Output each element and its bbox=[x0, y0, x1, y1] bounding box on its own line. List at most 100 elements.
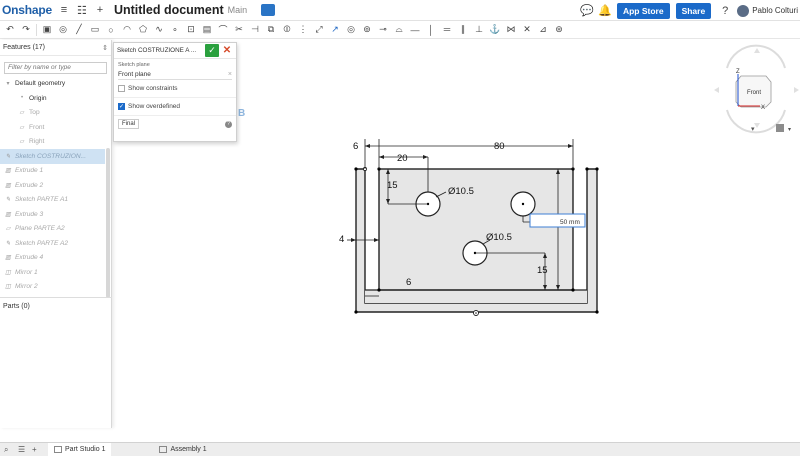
feature-item-extrude-4[interactable]: ▥ Extrude 4 bbox=[0, 251, 111, 266]
feature-list-scrollbar[interactable] bbox=[106, 148, 110, 298]
trim-tool-icon[interactable]: ✂ bbox=[233, 24, 245, 36]
version-graph-icon[interactable] bbox=[261, 4, 276, 16]
parts-section[interactable]: Parts (0) bbox=[0, 297, 112, 315]
undo-icon[interactable]: ↶ bbox=[4, 24, 16, 36]
clear-plane-icon[interactable]: × bbox=[228, 71, 232, 78]
tangent-icon[interactable]: ⌓ bbox=[393, 24, 405, 36]
dim-diameter-top[interactable]: Ø10.5 bbox=[448, 186, 474, 197]
view-arrow-down-icon[interactable] bbox=[754, 123, 760, 128]
equal-icon[interactable]: ＝ bbox=[441, 24, 453, 36]
feature-item-origin[interactable]: • Origin bbox=[0, 91, 111, 106]
perpendicular-icon[interactable]: ⊥ bbox=[473, 24, 485, 36]
feature-list-icon[interactable]: ☷ bbox=[76, 4, 88, 17]
horizontal-icon[interactable]: — bbox=[409, 24, 421, 36]
show-overdefined-row[interactable]: ✓ Show overdefined bbox=[114, 98, 236, 116]
offset-tool-icon[interactable]: ⧉ bbox=[265, 24, 277, 36]
caret-down-icon[interactable]: ▾ bbox=[4, 80, 12, 88]
app-store-button[interactable]: App Store bbox=[616, 2, 670, 19]
feature-item-extrude-3[interactable]: ▥ Extrude 3 bbox=[0, 207, 111, 222]
accept-check-icon[interactable]: ✓ bbox=[205, 44, 219, 57]
view-arrow-up-icon[interactable] bbox=[754, 48, 760, 53]
arc-tool-icon[interactable]: ◠ bbox=[121, 24, 133, 36]
fix-icon[interactable]: ⚓ bbox=[489, 24, 501, 36]
feature-item-right[interactable]: ▱ Right bbox=[0, 135, 111, 150]
feature-item-sketch-costruzione[interactable]: ✎ Sketch COSTRUZION... bbox=[0, 149, 105, 164]
construction-tool-icon[interactable]: ⊡ bbox=[185, 24, 197, 36]
extend-tool-icon[interactable]: ⊣ bbox=[249, 24, 261, 36]
collapse-panel-icon[interactable]: ⇕ bbox=[102, 44, 108, 52]
feature-item-mirror-2[interactable]: ◫ Mirror 2 bbox=[0, 280, 111, 295]
transform-tool-icon[interactable]: ⤢ bbox=[313, 24, 325, 36]
dim-15-top[interactable]: 15 bbox=[387, 180, 398, 191]
show-constraints-checkbox[interactable] bbox=[118, 85, 125, 92]
normal-icon[interactable]: ⊿ bbox=[537, 24, 549, 36]
dim-6-bottom[interactable]: 6 bbox=[406, 277, 411, 288]
line-tool-icon[interactable]: ╱ bbox=[73, 24, 85, 36]
parallel-icon[interactable]: ∥ bbox=[457, 24, 469, 36]
fillet-tool-icon[interactable]: ⌒ bbox=[217, 24, 229, 36]
cancel-x-icon[interactable]: ✕ bbox=[221, 44, 233, 57]
dim-20[interactable]: 20 bbox=[397, 153, 408, 164]
tab-list-icon[interactable]: ☰ bbox=[18, 445, 28, 454]
dim-diameter-bottom[interactable]: Ø10.5 bbox=[486, 232, 512, 243]
feature-item-front[interactable]: ▱ Front bbox=[0, 120, 111, 135]
user-avatar[interactable] bbox=[737, 4, 750, 17]
feature-item-extrude-2[interactable]: ▥ Extrude 2 bbox=[0, 178, 111, 193]
document-title[interactable]: Untitled document bbox=[114, 3, 224, 17]
concentric-icon[interactable]: ⊚ bbox=[361, 24, 373, 36]
midpoint-icon[interactable]: ⊸ bbox=[377, 24, 389, 36]
view-options-caret-icon[interactable]: ▾ bbox=[788, 127, 791, 133]
coincident-icon[interactable]: ◎ bbox=[345, 24, 357, 36]
view-arrow-left-icon[interactable] bbox=[714, 87, 719, 93]
hamburger-menu-icon[interactable]: ≡ bbox=[58, 4, 70, 16]
dim-6-left[interactable]: 6 bbox=[353, 141, 358, 152]
mirror-tool-icon[interactable]: ⦷ bbox=[281, 24, 293, 36]
point-tool-icon[interactable]: ∘ bbox=[169, 24, 181, 36]
view-arrow-right-icon[interactable] bbox=[794, 87, 799, 93]
view-options-icon[interactable] bbox=[776, 124, 784, 132]
feature-item-plane-parte-a2[interactable]: ▱ Plane PARTE A2 bbox=[0, 222, 111, 237]
feature-item-extrude-1[interactable]: ▥ Extrude 1 bbox=[0, 164, 111, 179]
feature-item-default-geometry[interactable]: ▾ Default geometry bbox=[0, 77, 111, 92]
search-tabs-icon[interactable]: ⌕ bbox=[4, 445, 14, 455]
rectangle-tool-icon[interactable]: ▭ bbox=[89, 24, 101, 36]
tab-assembly-1[interactable]: Assembly 1 bbox=[153, 443, 212, 456]
dimension-input-box[interactable]: 50 mm bbox=[529, 213, 586, 228]
final-button[interactable]: Final bbox=[118, 119, 140, 129]
help-icon[interactable]: ? bbox=[225, 120, 232, 128]
dimension-tool-icon[interactable]: ↗ bbox=[329, 24, 341, 36]
pattern-tool-icon[interactable]: ⋮ bbox=[297, 24, 309, 36]
feature-item-mirror-1[interactable]: ◫ Mirror 1 bbox=[0, 265, 111, 280]
spline-tool-icon[interactable]: ∿ bbox=[153, 24, 165, 36]
symmetric-icon[interactable]: ⋈ bbox=[505, 24, 517, 36]
dim-80[interactable]: 80 bbox=[494, 141, 505, 152]
sketch-icon[interactable]: ▣ bbox=[41, 24, 53, 36]
branch-label[interactable]: Main bbox=[228, 5, 248, 15]
pierce-icon[interactable]: ✕ bbox=[521, 24, 533, 36]
view-cube[interactable]: Front Z X ▾ ▾ bbox=[714, 44, 799, 134]
dimension-input-value[interactable]: 50 mm bbox=[560, 219, 580, 226]
curvature-icon[interactable]: ⊛ bbox=[553, 24, 565, 36]
show-overdefined-checkbox[interactable]: ✓ bbox=[118, 103, 125, 110]
notification-bell-icon[interactable]: 🔔 bbox=[598, 5, 612, 17]
feature-item-top[interactable]: ▱ Top bbox=[0, 106, 111, 121]
circle-tool-icon[interactable]: ○ bbox=[105, 24, 117, 36]
show-constraints-row[interactable]: Show constraints bbox=[114, 80, 236, 98]
help-icon[interactable]: ? bbox=[719, 5, 731, 17]
redo-icon[interactable]: ↷ bbox=[20, 24, 32, 36]
sketch-dialog-title[interactable]: Sketch COSTRUZIONE A ... bbox=[117, 47, 203, 54]
tab-part-studio-1[interactable]: Part Studio 1 bbox=[48, 442, 112, 456]
view-menu-caret-icon[interactable]: ▾ bbox=[751, 126, 755, 133]
vertical-icon[interactable]: │ bbox=[425, 24, 437, 36]
feature-item-sketch-parte-a2[interactable]: ✎ Sketch PARTE A2 bbox=[0, 236, 111, 251]
onshape-logo[interactable]: Onshape bbox=[2, 3, 52, 17]
comment-icon[interactable]: 💬 bbox=[580, 5, 594, 17]
polygon-tool-icon[interactable]: ⬠ bbox=[137, 24, 149, 36]
text-tool-icon[interactable]: ▤ bbox=[201, 24, 213, 36]
user-name[interactable]: Pablo Colturi bbox=[752, 6, 798, 15]
feature-item-sketch-parte-a1[interactable]: ✎ Sketch PARTE A1 bbox=[0, 193, 111, 208]
share-button[interactable]: Share bbox=[675, 2, 712, 19]
sketch-plane-field[interactable]: Front plane × bbox=[118, 69, 232, 80]
dim-4[interactable]: 4 bbox=[339, 234, 344, 245]
feature-filter-input[interactable] bbox=[4, 61, 107, 74]
